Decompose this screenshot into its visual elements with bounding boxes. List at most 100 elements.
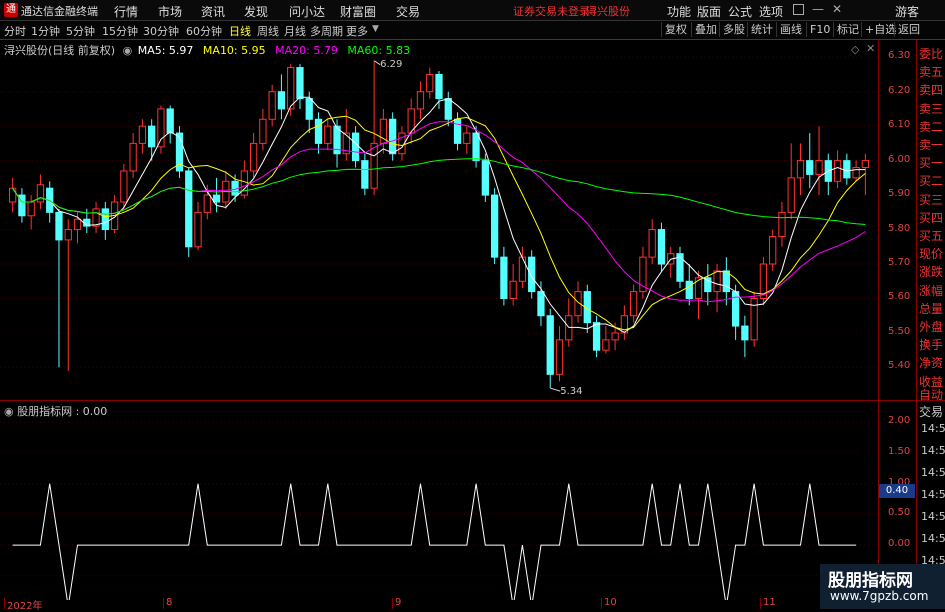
tab-multi-period[interactable]: 多周期 <box>310 23 343 39</box>
tab-fenshi[interactable]: 分时 <box>4 23 26 39</box>
indicator-axis-label: 0.00 <box>888 538 911 550</box>
high-price-annotation: 6.29 <box>380 58 403 70</box>
candle-body <box>833 160 842 182</box>
tab-monthly[interactable]: 月线 <box>284 23 306 39</box>
ma20-line <box>12 121 866 303</box>
login-warning[interactable]: 证券交易未登录 <box>513 3 590 19</box>
indicator-axis-label: 2.00 <box>888 415 911 427</box>
kline-chart[interactable] <box>0 40 878 400</box>
candle-body <box>148 125 156 148</box>
menu-hangqing[interactable]: 行情 <box>114 3 138 20</box>
quote-label: 卖五 <box>919 65 944 80</box>
chevron-down-icon[interactable]: ▼ <box>372 24 379 34</box>
menu-caifuquan[interactable]: 财富圈 <box>340 3 376 20</box>
date-label: 10 <box>604 597 617 608</box>
candle-body <box>463 132 471 144</box>
time-label: 14:56 <box>921 466 945 479</box>
tab-more[interactable]: 更多 <box>346 23 368 39</box>
indicator-axis-label: 1.50 <box>888 445 911 457</box>
time-label: 14:56 <box>921 532 945 545</box>
price-axis-label: 6.00 <box>888 153 911 165</box>
menu-gongshi[interactable]: 公式 <box>728 3 752 20</box>
quote-label: 外盘 <box>919 320 944 334</box>
btn-f10[interactable]: F10 <box>806 22 833 37</box>
quote-label: 涨跌 <box>919 265 944 280</box>
candle-body <box>55 211 63 241</box>
time-label: 14:56 <box>921 422 945 435</box>
btn-huaxian[interactable]: 画线 <box>776 22 805 37</box>
guest-label[interactable]: 游客 <box>895 3 919 20</box>
candle-body <box>861 160 870 169</box>
date-tick <box>760 598 761 609</box>
candle-body <box>787 177 795 213</box>
candle-body <box>259 118 267 144</box>
tab-5min[interactable]: 5分钟 <box>66 23 95 39</box>
btn-tongji[interactable]: 统计 <box>747 22 776 37</box>
quote-label: 买一 <box>919 156 944 171</box>
minimize-icon[interactable]: — <box>812 2 824 16</box>
indicator-axis-label: 0.50 <box>888 507 911 519</box>
candle-body <box>370 142 378 189</box>
time-label: 14:56 <box>921 488 945 501</box>
price-axis-label: 5.40 <box>888 360 911 372</box>
candle-body <box>249 142 258 172</box>
candle-body <box>351 132 360 162</box>
low-marker <box>550 387 561 392</box>
candle-body <box>741 325 749 341</box>
watermark-logo: 股朋指标网 www.7gpzb.com <box>820 564 945 609</box>
btn-fuquan[interactable]: 复权 <box>661 22 690 37</box>
candle-body <box>268 91 276 120</box>
candle-body <box>426 73 434 93</box>
btn-back[interactable]: 返回 <box>894 22 923 37</box>
date-tick <box>4 598 5 609</box>
candle-body <box>704 277 712 293</box>
date-label: 8 <box>166 597 173 608</box>
app-logo-icon: 通 <box>4 3 18 17</box>
quote-label: 买五 <box>919 229 944 243</box>
tab-1min[interactable]: 1分钟 <box>31 23 60 39</box>
candle-body <box>500 256 508 299</box>
candle-body <box>277 91 286 110</box>
btn-diejia[interactable]: 叠加 <box>691 22 720 37</box>
candle-body <box>166 108 174 134</box>
candle-body <box>305 98 313 120</box>
panel-divider <box>0 400 945 401</box>
candle-body <box>722 270 730 293</box>
candle-body <box>73 218 82 231</box>
quote-label: 买三 <box>919 192 944 207</box>
menu-xuanxiang[interactable]: 选项 <box>759 3 783 20</box>
menu-wenxiaoda[interactable]: 问小达 <box>289 3 325 20</box>
candle-body <box>92 208 100 227</box>
auto-trade-label[interactable]: 交易 <box>919 403 943 420</box>
window-icon[interactable] <box>793 4 804 15</box>
candle-body <box>324 125 332 144</box>
price-axis-label: 5.60 <box>888 291 911 303</box>
tab-60min[interactable]: 60分钟 <box>186 23 222 39</box>
stock-name-label: 浔兴股份 <box>586 5 630 18</box>
watermark-title: 股朋指标网 <box>828 571 913 591</box>
close-icon[interactable]: ✕ <box>832 2 842 16</box>
candle-body <box>815 160 823 175</box>
candle-body <box>203 194 211 213</box>
quote-label: 涨幅 <box>919 283 944 298</box>
indicator-chart[interactable] <box>0 400 878 600</box>
candle-body <box>120 170 128 203</box>
menu-jiaoyi[interactable]: 交易 <box>396 3 420 20</box>
candle-body <box>444 98 452 120</box>
menu-banmian[interactable]: 版面 <box>697 3 721 20</box>
tab-15min[interactable]: 15分钟 <box>102 23 138 39</box>
candle-body <box>518 256 527 282</box>
tab-weekly[interactable]: 周线 <box>257 23 279 39</box>
btn-duogu[interactable]: 多股 <box>719 22 748 37</box>
menu-shichang[interactable]: 市场 <box>158 3 182 20</box>
tab-30min[interactable]: 30分钟 <box>143 23 179 39</box>
auto-trade-label[interactable]: 自动 <box>919 386 943 403</box>
candle-body <box>592 322 601 351</box>
tab-daily[interactable]: 日线 <box>229 23 251 39</box>
quote-label: 卖一 <box>919 138 944 152</box>
btn-biaoji[interactable]: 标记 <box>833 22 862 37</box>
menu-zixun[interactable]: 资讯 <box>201 3 225 20</box>
menu-gongneng[interactable]: 功能 <box>667 3 691 20</box>
price-axis-label: 6.20 <box>888 84 911 96</box>
menu-faxian[interactable]: 发现 <box>244 3 268 20</box>
